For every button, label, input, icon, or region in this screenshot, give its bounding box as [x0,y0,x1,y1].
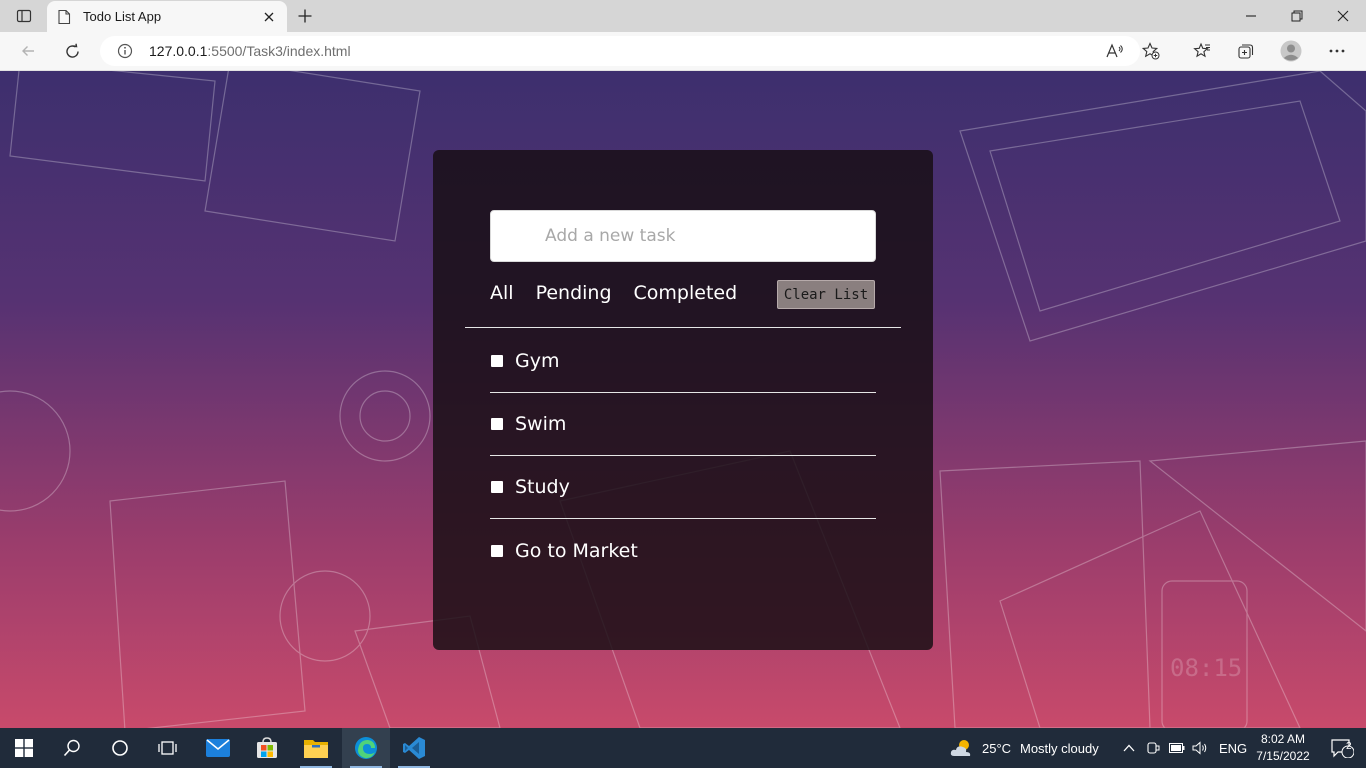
meet-now-icon[interactable] [1142,728,1164,768]
windows-taskbar: 25°C Mostly cloudy ENG 8:02 AM 7/15/2022… [0,728,1366,768]
back-arrow-icon[interactable] [13,36,43,66]
task-item: Gym [490,330,876,393]
task-item: Go to Market [490,519,876,582]
task-checkbox[interactable] [491,355,503,367]
browser-tab-bar: Todo List App [0,0,1366,32]
filter-tabs: All Pending Completed [490,282,759,304]
divider [465,327,901,328]
file-explorer-icon[interactable] [292,728,340,768]
tab-title: Todo List App [83,9,162,24]
filter-pending[interactable]: Pending [536,282,612,304]
browser-tab[interactable]: Todo List App [47,1,287,32]
read-aloud-icon[interactable] [1100,36,1130,66]
close-window-icon[interactable] [1320,0,1366,32]
filter-all[interactable]: All [490,282,514,304]
close-icon[interactable] [261,9,277,25]
edge-icon[interactable] [342,728,390,768]
task-checkbox[interactable] [491,418,503,430]
minimize-icon[interactable] [1228,0,1274,32]
chevron-up-icon[interactable] [1118,728,1140,768]
notification-count: 2 [1346,741,1352,752]
mail-icon[interactable] [194,728,242,768]
url-field[interactable]: 127.0.0.1:5500/Task3/index.html [100,36,1140,66]
info-icon[interactable] [117,43,133,59]
new-task-input[interactable] [490,210,876,262]
clear-list-button[interactable]: Clear List [777,280,875,309]
add-favorite-icon[interactable] [1136,36,1166,66]
clock-date: 7/15/2022 [1256,749,1310,763]
notification-icon[interactable]: 2 [1318,728,1366,768]
task-item: Study [490,456,876,519]
svg-text:08:15: 08:15 [1170,654,1242,682]
todo-card: All Pending Completed Clear List Gym Swi… [433,150,933,650]
battery-icon[interactable] [1166,728,1188,768]
task-view-icon[interactable] [144,728,192,768]
clock[interactable]: 8:02 AM 7/15/2022 [1252,731,1314,765]
tab-actions-icon[interactable] [0,0,48,32]
windows-start-icon[interactable] [0,728,48,768]
weather-icon[interactable] [938,728,986,768]
more-menu-icon[interactable] [1322,36,1352,66]
page-background: 08:15 All Pending Completed Clear List G… [0,71,1366,728]
task-label: Study [515,476,570,498]
refresh-icon[interactable] [57,36,87,66]
url-text: 127.0.0.1:5500/Task3/index.html [149,43,351,59]
task-checkbox[interactable] [491,544,503,557]
search-icon[interactable] [48,728,96,768]
restore-icon[interactable] [1274,0,1320,32]
weather-condition[interactable]: Mostly cloudy [1020,728,1099,768]
cortana-icon[interactable] [96,728,144,768]
collections-icon[interactable] [1231,36,1261,66]
store-icon[interactable] [243,728,291,768]
task-checkbox[interactable] [491,481,503,493]
weather-temperature[interactable]: 25°C [982,728,1011,768]
url-path: :5500/Task3/index.html [207,43,351,59]
task-label: Swim [515,413,567,435]
favorites-icon[interactable] [1187,36,1217,66]
task-list: Gym Swim Study Go to Market [490,330,876,582]
url-host: 127.0.0.1 [149,43,208,59]
task-item: Swim [490,393,876,456]
volume-icon[interactable] [1189,728,1211,768]
profile-icon[interactable] [1276,36,1306,66]
clock-time: 8:02 AM [1260,732,1306,746]
task-label: Gym [515,350,560,372]
input-language[interactable]: ENG [1219,728,1247,768]
page-icon [57,9,71,25]
filter-completed[interactable]: Completed [634,282,738,304]
vscode-icon[interactable] [390,728,438,768]
task-label: Go to Market [515,539,638,562]
plus-icon[interactable] [293,5,317,27]
address-toolbar: 127.0.0.1:5500/Task3/index.html [0,32,1366,71]
